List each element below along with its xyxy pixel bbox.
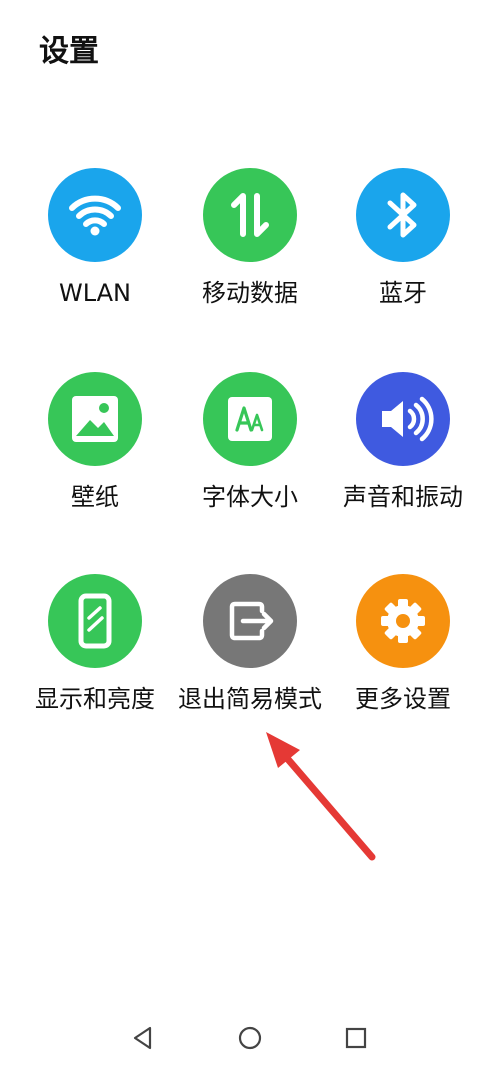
- recents-square-icon[interactable]: [341, 1023, 371, 1053]
- tile-wallpaper[interactable]: 壁纸: [15, 372, 175, 532]
- navigation-bar: [0, 1005, 500, 1067]
- tile-label: 更多设置: [355, 685, 451, 713]
- wifi-icon: [48, 168, 142, 262]
- home-circle-icon[interactable]: [235, 1023, 265, 1053]
- back-triangle-icon[interactable]: [128, 1023, 158, 1053]
- data-transfer-icon: [203, 168, 297, 262]
- tile-bluetooth[interactable]: 蓝牙: [323, 168, 483, 328]
- font-size-icon: [203, 372, 297, 466]
- tile-sound-vibration[interactable]: 声音和振动: [323, 372, 483, 532]
- exit-icon: [203, 574, 297, 668]
- page-title: 设置: [39, 34, 99, 69]
- tile-more-settings[interactable]: 更多设置: [323, 574, 483, 734]
- tile-label: 声音和振动: [343, 483, 463, 511]
- wallpaper-icon: [48, 372, 142, 466]
- display-phone-icon: [48, 574, 142, 668]
- tile-font-size[interactable]: 字体大小: [170, 372, 330, 532]
- tile-mobile-data[interactable]: 移动数据: [170, 168, 330, 328]
- tile-label: 壁纸: [71, 483, 119, 511]
- bluetooth-icon: [356, 168, 450, 262]
- annotation-arrow-icon: [266, 732, 376, 861]
- tile-label: 显示和亮度: [35, 685, 155, 713]
- tile-wlan[interactable]: WLAN: [15, 168, 175, 328]
- tile-label: 蓝牙: [379, 279, 427, 307]
- speaker-icon: [356, 372, 450, 466]
- tile-exit-simple-mode[interactable]: 退出简易模式: [170, 574, 330, 734]
- gear-icon: [356, 574, 450, 668]
- tile-display-brightness[interactable]: 显示和亮度: [15, 574, 175, 734]
- tile-label: WLAN: [58, 279, 132, 307]
